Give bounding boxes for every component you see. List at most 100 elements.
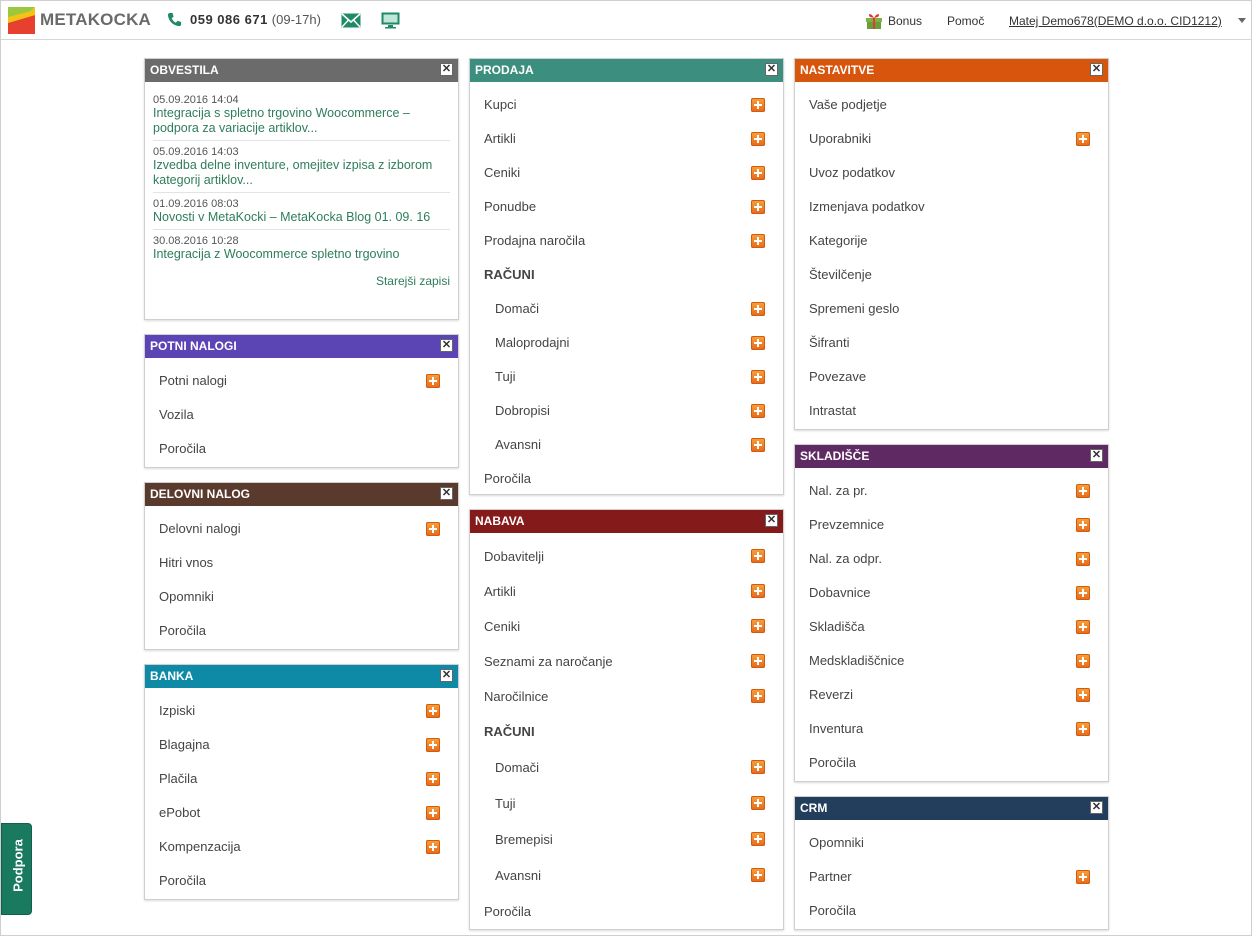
- close-icon[interactable]: ✕: [1090, 63, 1103, 76]
- menu-item[interactable]: Poročila: [145, 614, 458, 648]
- add-icon[interactable]: [751, 302, 765, 316]
- menu-item[interactable]: Spremeni geslo: [795, 292, 1108, 326]
- add-icon[interactable]: [1076, 620, 1090, 634]
- menu-item[interactable]: Maloprodajni: [470, 326, 783, 360]
- menu-item[interactable]: Ceniki: [470, 609, 783, 644]
- add-icon[interactable]: [426, 806, 440, 820]
- news-link[interactable]: Izvedba delne inventure, omejitev izpisa…: [153, 158, 450, 188]
- close-icon[interactable]: ✕: [440, 487, 453, 500]
- menu-item[interactable]: Dobavnice: [795, 576, 1108, 610]
- add-icon[interactable]: [1076, 518, 1090, 532]
- add-icon[interactable]: [1076, 654, 1090, 668]
- close-icon[interactable]: ✕: [765, 63, 778, 76]
- menu-item[interactable]: Domači: [470, 292, 783, 326]
- menu-item[interactable]: Domači: [470, 750, 783, 786]
- add-icon[interactable]: [751, 832, 765, 846]
- menu-item[interactable]: Bremepisi: [470, 822, 783, 858]
- menu-item[interactable]: Artikli: [470, 122, 783, 156]
- menu-item[interactable]: Reverzi: [795, 678, 1108, 712]
- add-icon[interactable]: [751, 584, 765, 598]
- add-icon[interactable]: [751, 689, 765, 703]
- menu-item[interactable]: Medskladiščnice: [795, 644, 1108, 678]
- news-link[interactable]: Novosti v MetaKocki – MetaKocka Blog 01.…: [153, 210, 450, 225]
- add-icon[interactable]: [751, 98, 765, 112]
- add-icon[interactable]: [751, 132, 765, 146]
- menu-item[interactable]: ePobot: [145, 796, 458, 830]
- add-icon[interactable]: [751, 370, 765, 384]
- menu-item[interactable]: Uporabniki: [795, 122, 1108, 156]
- close-icon[interactable]: ✕: [440, 669, 453, 682]
- help-link[interactable]: Pomoč: [947, 14, 984, 28]
- menu-item[interactable]: Izmenjava podatkov: [795, 190, 1108, 224]
- menu-item[interactable]: Hitri vnos: [145, 546, 458, 580]
- menu-item[interactable]: Poročila: [470, 462, 783, 496]
- add-icon[interactable]: [426, 522, 440, 536]
- add-icon[interactable]: [751, 234, 765, 248]
- add-icon[interactable]: [1076, 552, 1090, 566]
- add-icon[interactable]: [426, 704, 440, 718]
- add-icon[interactable]: [751, 549, 765, 563]
- menu-item[interactable]: Prodajna naročila: [470, 224, 783, 258]
- add-icon[interactable]: [426, 738, 440, 752]
- close-icon[interactable]: ✕: [1090, 449, 1103, 462]
- add-icon[interactable]: [1076, 484, 1090, 498]
- add-icon[interactable]: [426, 840, 440, 854]
- chevron-down-icon[interactable]: [1238, 18, 1246, 23]
- add-icon[interactable]: [1076, 586, 1090, 600]
- menu-item[interactable]: Številčenje: [795, 258, 1108, 292]
- menu-item[interactable]: Tuji: [470, 786, 783, 822]
- menu-item[interactable]: Kompenzacija: [145, 830, 458, 864]
- close-icon[interactable]: ✕: [765, 514, 778, 527]
- add-icon[interactable]: [751, 760, 765, 774]
- menu-item[interactable]: Nal. za pr.: [795, 474, 1108, 508]
- menu-item[interactable]: Potni nalogi: [145, 364, 458, 398]
- menu-item[interactable]: Poročila: [795, 894, 1108, 928]
- support-tab[interactable]: Podpora: [1, 823, 32, 915]
- menu-item[interactable]: Opomniki: [145, 580, 458, 614]
- menu-item[interactable]: Naročilnice: [470, 679, 783, 714]
- menu-item[interactable]: Artikli: [470, 574, 783, 609]
- menu-item[interactable]: Vaše podjetje: [795, 88, 1108, 122]
- user-account-link[interactable]: Matej Demo678(DEMO d.o.o. CID1212): [1009, 14, 1222, 28]
- menu-item[interactable]: Skladišča: [795, 610, 1108, 644]
- menu-item[interactable]: Avansni: [470, 428, 783, 462]
- add-icon[interactable]: [426, 374, 440, 388]
- menu-item[interactable]: Ceniki: [470, 156, 783, 190]
- menu-item[interactable]: Nal. za odpr.: [795, 542, 1108, 576]
- add-icon[interactable]: [751, 619, 765, 633]
- menu-item[interactable]: Poročila: [145, 864, 458, 898]
- news-link[interactable]: Integracija s spletno trgovino Woocommer…: [153, 106, 450, 136]
- menu-item[interactable]: Kategorije: [795, 224, 1108, 258]
- add-icon[interactable]: [1076, 132, 1090, 146]
- add-icon[interactable]: [751, 336, 765, 350]
- close-icon[interactable]: ✕: [1090, 801, 1103, 814]
- close-icon[interactable]: ✕: [440, 339, 453, 352]
- menu-item[interactable]: Plačila: [145, 762, 458, 796]
- menu-item[interactable]: Delovni nalogi: [145, 512, 458, 546]
- add-icon[interactable]: [751, 166, 765, 180]
- close-icon[interactable]: ✕: [440, 63, 453, 76]
- menu-item[interactable]: Šifranti: [795, 326, 1108, 360]
- menu-item[interactable]: Dobavitelji: [470, 539, 783, 574]
- news-link[interactable]: Integracija z Woocommerce spletno trgovi…: [153, 247, 450, 262]
- add-icon[interactable]: [751, 796, 765, 810]
- menu-item[interactable]: Dobropisi: [470, 394, 783, 428]
- add-icon[interactable]: [1076, 870, 1090, 884]
- menu-item[interactable]: Inventura: [795, 712, 1108, 746]
- menu-item[interactable]: Opomniki: [795, 826, 1108, 860]
- menu-item[interactable]: Intrastat: [795, 394, 1108, 428]
- menu-item[interactable]: Vozila: [145, 398, 458, 432]
- add-icon[interactable]: [751, 200, 765, 214]
- menu-item[interactable]: Poročila: [145, 432, 458, 466]
- bonus-link[interactable]: Bonus: [865, 12, 922, 29]
- remote-desktop-icon[interactable]: [381, 12, 400, 29]
- menu-item[interactable]: Ponudbe: [470, 190, 783, 224]
- menu-item[interactable]: Poročila: [470, 894, 783, 930]
- menu-item[interactable]: Avansni: [470, 858, 783, 894]
- add-icon[interactable]: [751, 438, 765, 452]
- menu-item[interactable]: Prevzemnice: [795, 508, 1108, 542]
- add-icon[interactable]: [751, 654, 765, 668]
- menu-item[interactable]: Povezave: [795, 360, 1108, 394]
- logo[interactable]: METAKOCKA: [8, 6, 151, 34]
- menu-item[interactable]: Poročila: [795, 746, 1108, 780]
